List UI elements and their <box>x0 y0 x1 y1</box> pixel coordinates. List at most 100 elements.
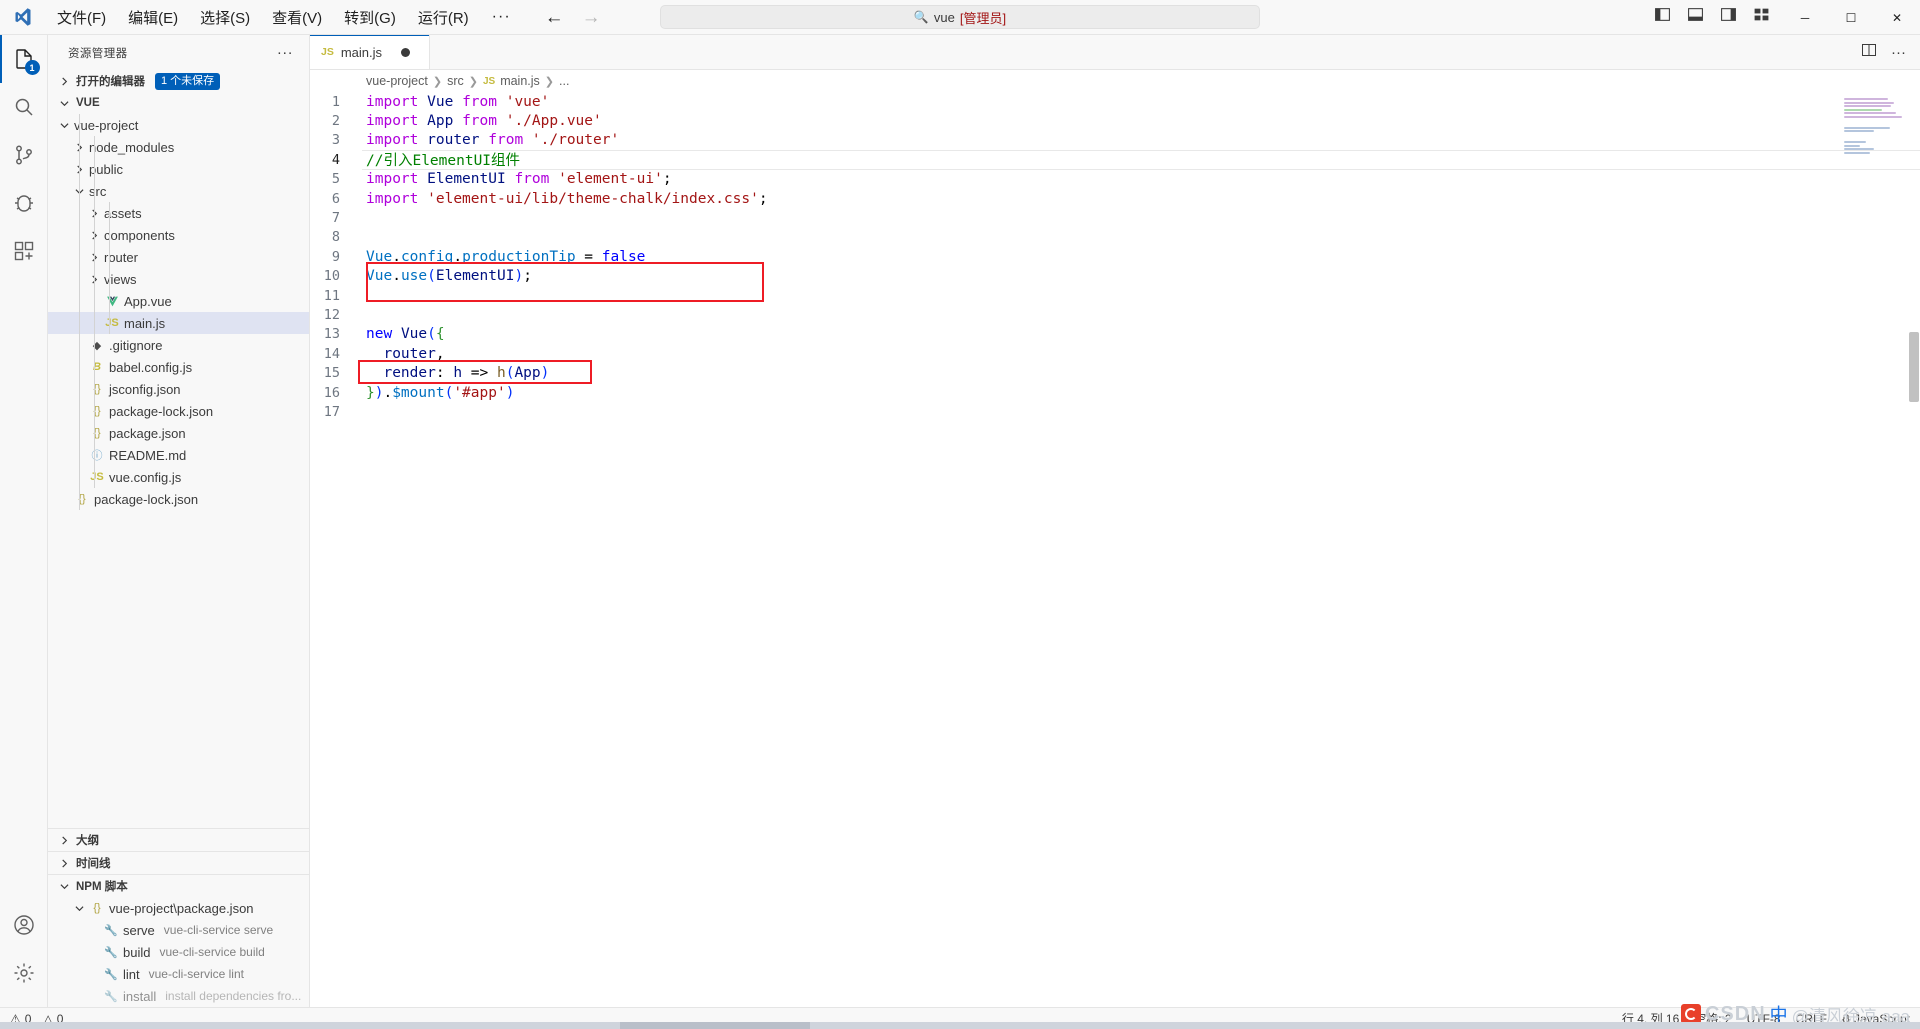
tree-item-babel-config-js[interactable]: Bbabel.config.js <box>48 356 309 378</box>
more-actions-icon[interactable]: ··· <box>1891 44 1906 61</box>
chevron-down-icon[interactable] <box>56 121 72 130</box>
toggle-secondary-sidebar-icon[interactable] <box>1720 6 1737 28</box>
tab-main-js[interactable]: JS main.js <box>310 35 430 69</box>
code-line-1[interactable]: 1 import Vue from 'vue' <box>310 92 1920 111</box>
tree-item-app-vue[interactable]: App.vue <box>48 290 309 312</box>
menu-overflow-icon[interactable]: ··· <box>480 6 523 28</box>
code-line-17[interactable]: 17 <box>310 402 1920 421</box>
npm-script-name: install <box>123 988 157 1004</box>
toggle-panel-icon[interactable] <box>1687 6 1704 28</box>
breadcrumb-item-file[interactable]: main.js <box>500 74 540 88</box>
tree-item--gitignore[interactable]: ◆ .gitignore <box>48 334 309 356</box>
tree-item-public[interactable]: public <box>48 158 309 180</box>
customize-layout-icon[interactable] <box>1753 6 1770 28</box>
gear-icon[interactable] <box>0 949 48 997</box>
code-line-9[interactable]: 9 Vue.config.productionTip = false <box>310 247 1920 266</box>
code-line-13[interactable]: 13 new Vue({ <box>310 325 1920 344</box>
breadcrumb-item-src[interactable]: src <box>447 74 464 88</box>
toggle-primary-sidebar-icon[interactable] <box>1654 6 1671 28</box>
tree-item-main-js[interactable]: JS main.js <box>48 312 309 334</box>
tree-item-vue-config-js[interactable]: JS vue.config.js <box>48 466 309 488</box>
code-line-14[interactable]: 14 router, <box>310 344 1920 363</box>
minimize-button[interactable]: ─ <box>1782 0 1828 35</box>
npm-package-row[interactable]: {} vue-project\package.json <box>48 897 309 919</box>
minimap[interactable] <box>1844 98 1906 154</box>
tree-item-readme-md[interactable]: ⓘ README.md <box>48 444 309 466</box>
breadcrumb-item-project[interactable]: vue-project <box>366 74 428 88</box>
menu-view[interactable]: 查看(V) <box>261 2 333 33</box>
code-lines[interactable]: 1 import Vue from 'vue' 2 import App from '… <box>310 92 1920 422</box>
tree-item-package-lock-json[interactable]: {} package-lock.json <box>48 488 309 510</box>
npm-script-name: lint <box>123 966 140 982</box>
menu-go[interactable]: 转到(G) <box>333 2 407 33</box>
code-line-11[interactable]: 11 <box>310 286 1920 305</box>
tree-item-router[interactable]: router <box>48 246 309 268</box>
git-file-icon: ◆ <box>92 339 102 352</box>
arrow-left-icon[interactable]: ← <box>545 8 564 27</box>
editor-group: JS main.js ··· vue-project ❯ src ❯ JS ma… <box>310 35 1920 1007</box>
npm-scripts-header[interactable]: NPM 脚本 <box>48 875 309 897</box>
tree-item-package-lock-json[interactable]: {} package-lock.json <box>48 400 309 422</box>
menu-file[interactable]: 文件(F) <box>46 2 117 33</box>
open-editors-section[interactable]: 打开的编辑器 1 个未保存 <box>48 70 309 92</box>
account-icon[interactable] <box>0 901 48 949</box>
menu-edit[interactable]: 编辑(E) <box>117 2 189 33</box>
tree-item-package-json[interactable]: {} package.json <box>48 422 309 444</box>
outline-section[interactable]: 大纲 <box>48 828 309 851</box>
tree-item-assets[interactable]: assets <box>48 202 309 224</box>
code-editor[interactable]: 1 import Vue from 'vue' 2 import App from '… <box>310 92 1920 1007</box>
sidebar-item-source-control[interactable] <box>0 131 48 179</box>
menu-bar[interactable]: 文件(F) 编辑(E) 选择(S) 查看(V) 转到(G) 运行(R) ··· <box>46 2 523 33</box>
npm-script-lint[interactable]: 🔧 lint vue-cli-service lint <box>48 963 309 985</box>
npm-scripts-list[interactable]: {} vue-project\package.json 🔧 serve vue-cli-… <box>48 897 309 1007</box>
editor-vertical-scrollbar[interactable] <box>1906 92 1920 1007</box>
babel-file-icon: B <box>93 361 101 373</box>
maximize-button[interactable]: ☐ <box>1828 0 1874 35</box>
npm-scripts-section: NPM 脚本 {} vue-project\package.json 🔧 serve v… <box>48 874 309 1007</box>
sidebar-item-extensions[interactable] <box>0 227 48 275</box>
line-number: 6 <box>331 190 340 207</box>
breadcrumb-item-symbols[interactable]: ... <box>559 74 569 88</box>
code-line-8[interactable]: 8 <box>310 228 1920 247</box>
sidebar-more-actions-icon[interactable]: ··· <box>277 44 301 61</box>
tree-item-src[interactable]: src <box>48 180 309 202</box>
tree-item-views[interactable]: views <box>48 268 309 290</box>
code-line-16[interactable]: 16 }).$mount('#app') <box>310 383 1920 402</box>
line-number: 2 <box>331 113 340 130</box>
code-line-12[interactable]: 12 <box>310 305 1920 324</box>
menu-selection[interactable]: 选择(S) <box>189 2 261 33</box>
code-line-5[interactable]: 5 import ElementUI from 'element-ui'; <box>310 170 1920 189</box>
line-number: 16 <box>323 384 340 401</box>
code-line-10[interactable]: 10 Vue.use(ElementUI); <box>310 267 1920 286</box>
tree-item-components[interactable]: components <box>48 224 309 246</box>
code-line-7[interactable]: 7 <box>310 208 1920 227</box>
code-line-2[interactable]: 2 import App from './App.vue' <box>310 111 1920 130</box>
tree-item-vue-project[interactable]: vue-project <box>48 114 309 136</box>
code-line-15[interactable]: 15 render: h => h(App) <box>310 363 1920 382</box>
sidebar-item-search[interactable] <box>0 83 48 131</box>
file-tree[interactable]: vue-project node_modules public src assets co… <box>48 114 309 828</box>
sidebar-item-run-and-debug[interactable] <box>0 179 48 227</box>
tree-item-node-modules[interactable]: node_modules <box>48 136 309 158</box>
timeline-section[interactable]: 时间线 <box>48 851 309 874</box>
tree-item-jsconfig-json[interactable]: {} jsconfig.json <box>48 378 309 400</box>
code-line-6[interactable]: 6 import 'element-ui/lib/theme-chalk/inde… <box>310 189 1920 208</box>
chevron-down-icon[interactable] <box>71 904 87 913</box>
line-content: }).$mount('#app') <box>366 384 515 401</box>
command-center[interactable]: 🔍 vue [管理员] <box>660 5 1260 29</box>
horizontal-scrollbar[interactable] <box>0 1022 1920 1029</box>
close-button[interactable]: ✕ <box>1874 0 1920 35</box>
line-content: import App from './App.vue' <box>366 113 602 130</box>
code-line-4[interactable]: 4 //引入ElementUI组件 <box>310 150 1920 170</box>
menu-run[interactable]: 运行(R) <box>407 2 480 33</box>
sidebar-item-explorer[interactable]: 1 <box>0 35 48 83</box>
npm-script-serve[interactable]: 🔧 serve vue-cli-service serve <box>48 919 309 941</box>
npm-script-build[interactable]: 🔧 build vue-cli-service build <box>48 941 309 963</box>
tree-item-label: README.md <box>109 447 187 463</box>
arrow-right-icon[interactable]: → <box>582 8 601 27</box>
breadcrumb[interactable]: vue-project ❯ src ❯ JS main.js ❯ ... <box>310 70 1920 92</box>
workspace-root-section[interactable]: VUE <box>48 92 309 114</box>
code-line-3[interactable]: 3 import router from './router' <box>310 131 1920 150</box>
split-editor-icon[interactable] <box>1861 42 1877 63</box>
npm-script-install[interactable]: 🔧 install install dependencies fro... <box>48 985 309 1007</box>
